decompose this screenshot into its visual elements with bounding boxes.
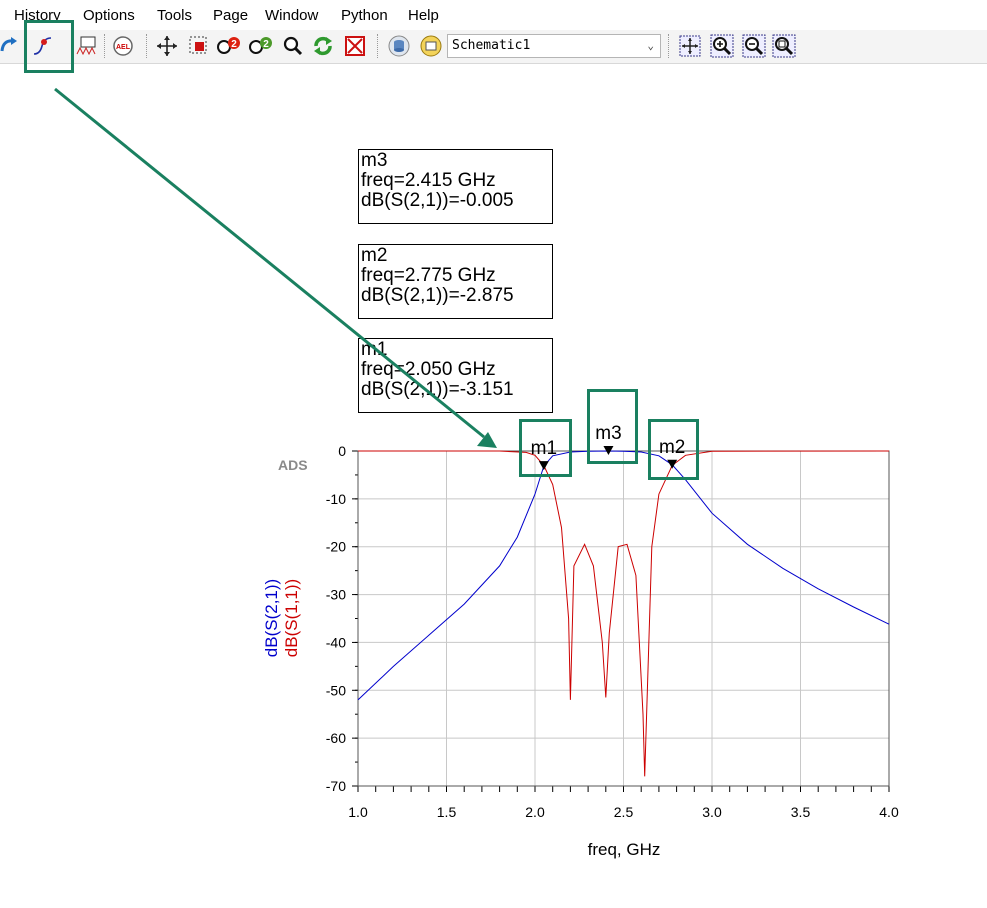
annotation-arrow (54, 87, 497, 448)
